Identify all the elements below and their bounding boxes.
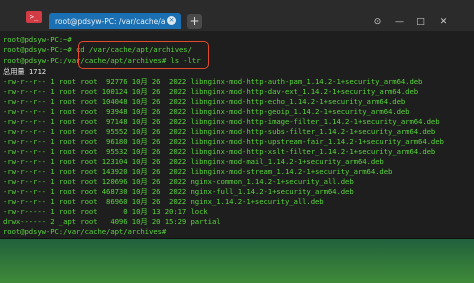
maximize-button[interactable]: □ (414, 16, 427, 29)
tab-terminal[interactable]: root@pdsyw-PC: /var/cache/apt/archives × (49, 13, 181, 29)
close-window-button[interactable]: ✕ (437, 16, 450, 29)
terminal-line: root@pdsyw-PC:/var/cache/apt/archives# (3, 227, 167, 236)
tab-title: root@pdsyw-PC: /var/cache/apt/archives (55, 16, 165, 26)
command-highlight-box (78, 41, 209, 69)
terminal-app-icon[interactable]: >_ (26, 11, 42, 23)
minimize-button[interactable]: — (393, 16, 406, 29)
terminal-prompt-icon: >_ (29, 12, 39, 21)
terminal-window: >_ root@pdsyw-PC: /var/cache/apt/archive… (0, 0, 474, 239)
title-bar: >_ root@pdsyw-PC: /var/cache/apt/archive… (0, 0, 474, 31)
add-tab-button[interactable]: + (187, 14, 202, 29)
menu-button[interactable]: ⊙ (371, 16, 384, 29)
terminal-output[interactable]: root@pdsyw-PC:~# root@pdsyw-PC:~# cd /va… (0, 31, 474, 238)
close-tab-icon[interactable]: × (167, 16, 176, 25)
